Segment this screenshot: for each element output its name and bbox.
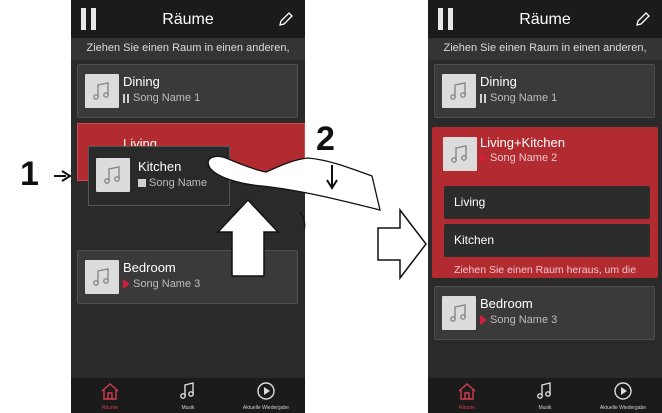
step-number-2: 2 [316, 120, 335, 158]
step-arrow-icon [54, 170, 72, 182]
up-arrow-icon [216, 198, 280, 277]
right-arrow-icon [377, 207, 427, 281]
gesture-illustration [54, 155, 427, 281]
hand-icon [207, 155, 381, 211]
step-number-1: 1 [20, 155, 39, 193]
